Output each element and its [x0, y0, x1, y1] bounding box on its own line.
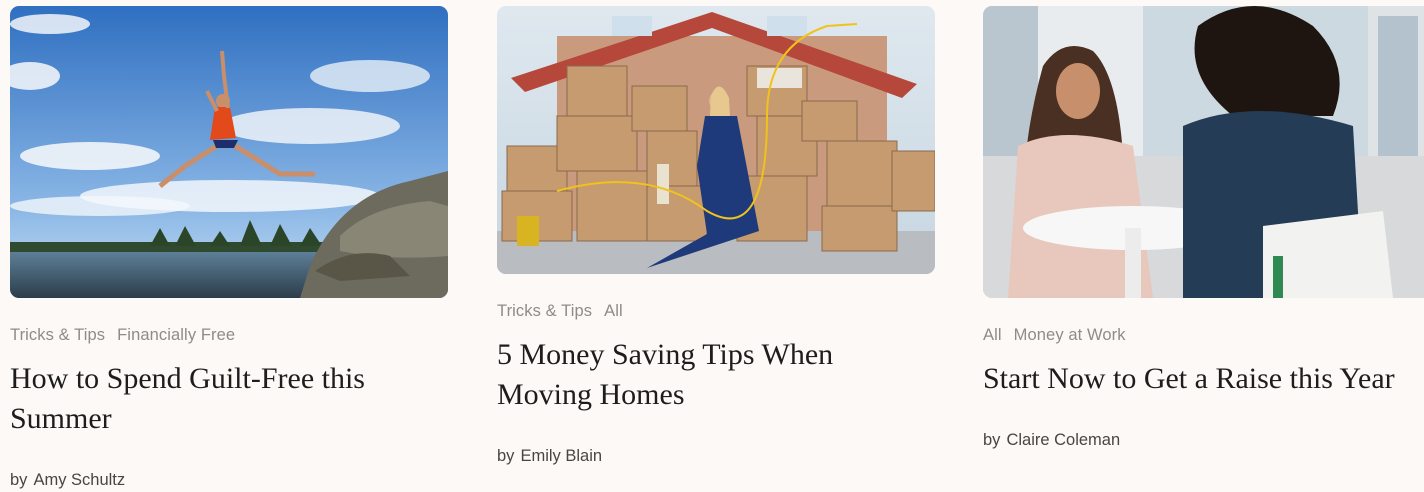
- article-card[interactable]: All Money at Work Start Now to Get a Rai…: [983, 6, 1424, 450]
- lake-jump-photo: [10, 6, 448, 298]
- byline-prefix: by: [497, 447, 515, 465]
- tag-link[interactable]: Tricks & Tips: [10, 326, 105, 345]
- moving-boxes-photo: [497, 6, 935, 274]
- article-byline: by Claire Coleman: [983, 431, 1424, 450]
- article-title[interactable]: How to Spend Guilt-Free this Summer: [10, 359, 448, 439]
- article-tags: Tricks & Tips All: [497, 302, 935, 321]
- article-image-moving-boxes[interactable]: [497, 6, 935, 274]
- byline-prefix: by: [10, 471, 28, 489]
- office-meeting-photo: [983, 6, 1424, 298]
- author-link[interactable]: Claire Coleman: [1006, 431, 1120, 449]
- tag-link[interactable]: All: [983, 326, 1002, 345]
- article-card[interactable]: Tricks & Tips All 5 Money Saving Tips Wh…: [497, 6, 935, 466]
- tag-link[interactable]: Money at Work: [1014, 326, 1126, 345]
- article-title[interactable]: Start Now to Get a Raise this Year: [983, 359, 1424, 399]
- tag-link[interactable]: Tricks & Tips: [497, 302, 592, 321]
- article-title[interactable]: 5 Money Saving Tips When Moving Homes: [497, 335, 935, 415]
- article-tags: Tricks & Tips Financially Free: [10, 326, 448, 345]
- article-image-lake-jump[interactable]: [10, 6, 448, 298]
- tag-link[interactable]: All: [604, 302, 623, 321]
- byline-prefix: by: [983, 431, 1001, 449]
- article-card[interactable]: Tricks & Tips Financially Free How to Sp…: [10, 6, 448, 490]
- article-image-office-meeting[interactable]: [983, 6, 1424, 298]
- author-link[interactable]: Emily Blain: [520, 447, 602, 465]
- article-tags: All Money at Work: [983, 326, 1424, 345]
- article-byline: by Amy Schultz: [10, 471, 448, 490]
- author-link[interactable]: Amy Schultz: [33, 471, 125, 489]
- article-byline: by Emily Blain: [497, 447, 935, 466]
- tag-link[interactable]: Financially Free: [117, 326, 235, 345]
